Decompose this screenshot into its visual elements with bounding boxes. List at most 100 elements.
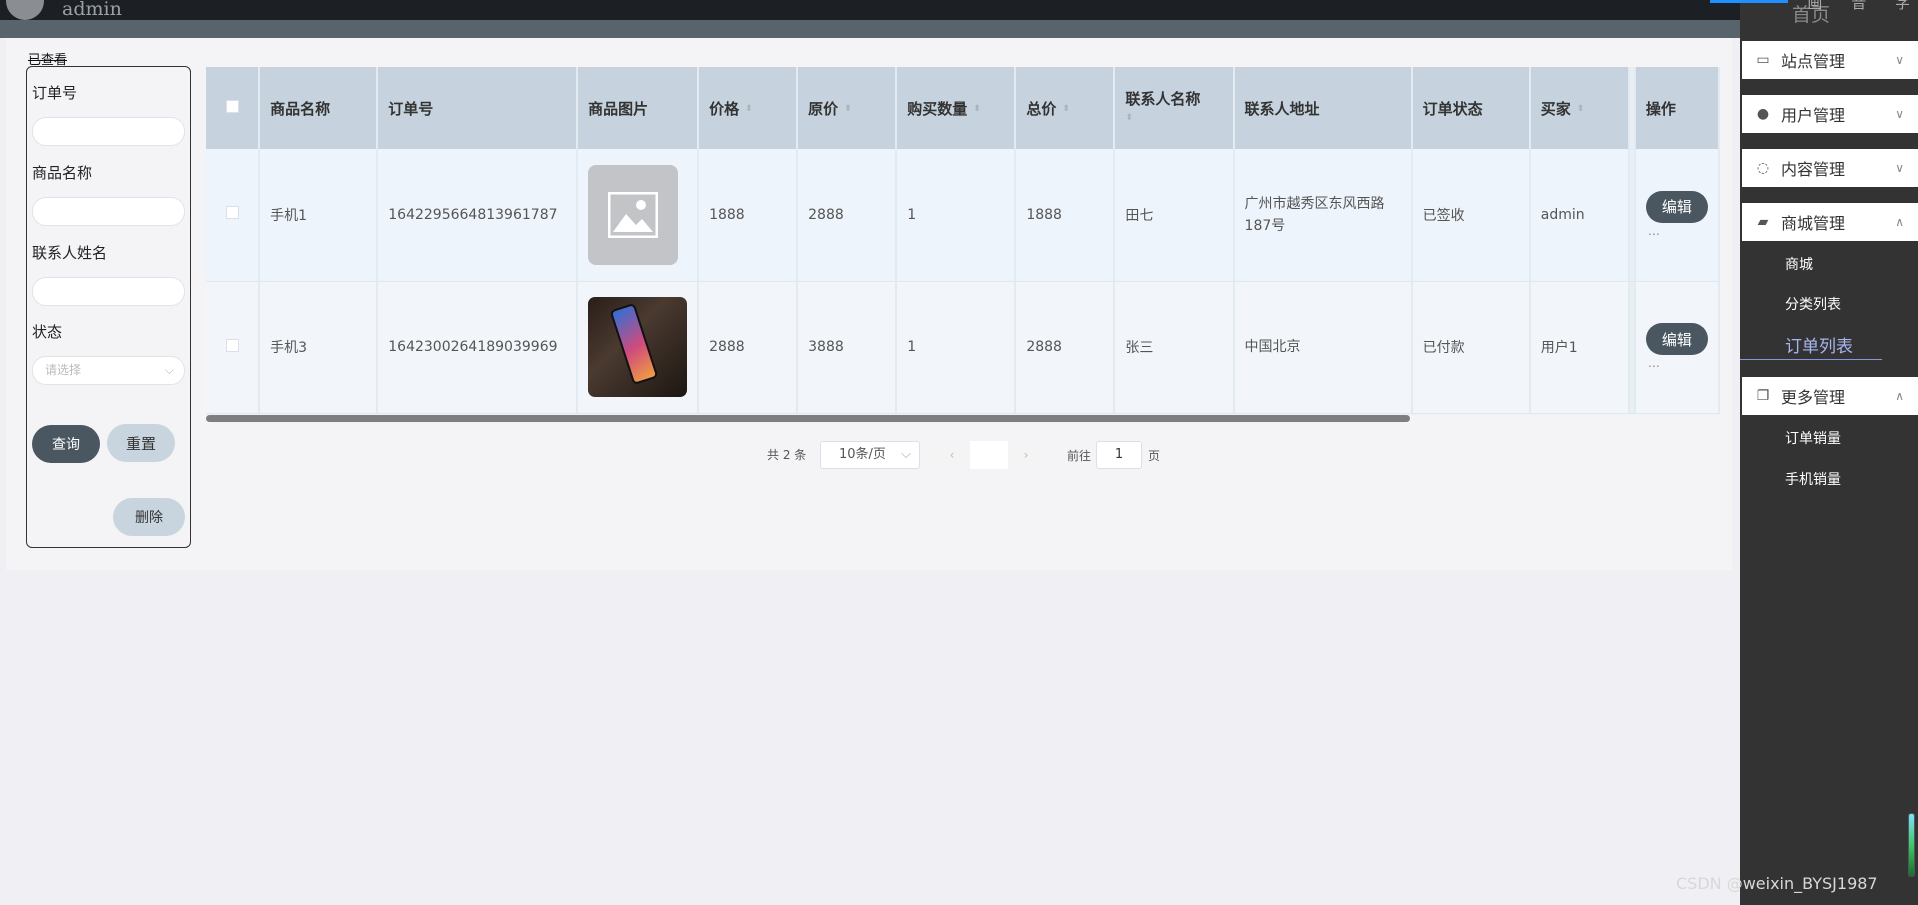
cell-original-price: 3888: [797, 281, 898, 414]
product-photo-phone[interactable]: [588, 297, 688, 397]
cell-buyer: 用户1: [1529, 281, 1631, 414]
row-checkbox[interactable]: [225, 206, 239, 220]
user-icon: ●: [1756, 106, 1770, 122]
scroll-indicator[interactable]: [1908, 813, 1915, 877]
column-header-order-no: 订单号: [377, 67, 579, 149]
more-icon: …: [1647, 356, 1660, 370]
chevron-down-icon: ⌵: [901, 447, 911, 462]
contact-name-header-label: 联系人名称: [1125, 90, 1201, 108]
avatar[interactable]: [6, 0, 44, 20]
query-button[interactable]: 查询: [32, 425, 100, 463]
next-page-button[interactable]: ›: [1008, 441, 1044, 469]
column-header-buyer[interactable]: 买家 ⬍: [1529, 67, 1631, 149]
menu-label: 站点管理: [1781, 52, 1846, 71]
cell-contact-address: 广州市越秀区东风西路187号: [1233, 149, 1413, 282]
submenu-mall[interactable]: 商城: [1785, 254, 1813, 274]
chevron-left-icon: ‹: [949, 448, 955, 462]
chevron-up-icon: ∧: [1895, 215, 1904, 229]
sort-icon[interactable]: ⬍: [1577, 104, 1585, 114]
cell-order-no: 1642295664813961787: [377, 149, 579, 282]
cell-buyer: admin: [1529, 149, 1631, 282]
cell-total: 2888: [1015, 281, 1116, 414]
monitor-icon: ▭: [1756, 52, 1770, 68]
column-header-product-image: 商品图片: [577, 67, 700, 149]
original-price-header-label: 原价: [808, 99, 839, 118]
total-header-label: 总价: [1026, 99, 1057, 118]
edit-button[interactable]: 编辑: [1645, 323, 1708, 355]
top-links: 画 音 字: [1783, 0, 1910, 13]
submenu-category-list[interactable]: 分类列表: [1785, 294, 1841, 314]
submenu-order-sales[interactable]: 订单销量: [1785, 428, 1841, 448]
image-placeholder-icon[interactable]: [588, 164, 679, 265]
sort-icon[interactable]: ⬍: [1125, 113, 1133, 123]
menu-mall-management[interactable]: ▰ 商城管理 ∧: [1742, 203, 1918, 241]
column-header-product-name: 商品名称: [259, 67, 379, 149]
cell-quantity: 1: [896, 281, 1017, 414]
top-link[interactable]: 音: [1851, 0, 1866, 12]
table-horizontal-scrollbar[interactable]: [206, 415, 1410, 422]
submenu-order-list[interactable]: 订单列表: [1785, 332, 1853, 357]
page-size-value: 10条/页: [839, 447, 886, 462]
menu-label: 用户管理: [1781, 106, 1846, 125]
order-no-input[interactable]: [32, 117, 185, 146]
phone-image: [609, 302, 659, 386]
column-header-contact-name[interactable]: 联系人名称 ⬍: [1114, 67, 1235, 149]
cell-order-status: 已签收: [1411, 149, 1531, 282]
column-header-total[interactable]: 总价 ⬍: [1015, 67, 1116, 149]
menu-site-management[interactable]: ▭ 站点管理 ∨: [1742, 41, 1918, 79]
price-header-label: 价格: [709, 99, 740, 118]
status-label: 状态: [32, 323, 63, 341]
goto-page-input[interactable]: 1: [1096, 441, 1142, 469]
sort-icon[interactable]: ⬍: [973, 104, 981, 114]
top-link[interactable]: 字: [1895, 0, 1910, 12]
cell-product-name: 手机1: [259, 149, 379, 282]
submenu-phone-sales[interactable]: 手机销量: [1785, 469, 1841, 489]
chevron-down-icon: ∨: [1895, 53, 1904, 67]
page-number[interactable]: [970, 441, 1008, 469]
cell-contact-name: 田七: [1114, 149, 1235, 282]
row-checkbox[interactable]: [225, 338, 239, 352]
column-header-price[interactable]: 价格 ⬍: [698, 67, 799, 149]
table-header-row: 商品名称 订单号 商品图片 价格 ⬍ 原价 ⬍ 购买数量 ⬍ 总价 ⬍ 联系人名称 ⬍ 联…: [206, 67, 1720, 149]
reset-button[interactable]: 重置: [107, 424, 175, 462]
cell-contact-name: 张三: [1114, 281, 1235, 414]
sort-icon[interactable]: ⬍: [1062, 104, 1070, 114]
cell-original-price: 2888: [797, 149, 898, 282]
menu-content-management[interactable]: ◌ 内容管理 ∨: [1742, 149, 1918, 187]
cell-quantity: 1: [896, 149, 1017, 282]
prev-page-button[interactable]: ‹: [934, 441, 970, 469]
cell-total: 1888: [1015, 149, 1116, 282]
cell-price: 2888: [698, 281, 799, 414]
sort-icon[interactable]: ⬍: [844, 104, 852, 114]
delete-button[interactable]: 删除: [113, 498, 185, 536]
column-header-actions: 操作: [1634, 67, 1720, 149]
contact-address-text: 广州市越秀区东风西路187号: [1244, 195, 1385, 234]
column-header-quantity[interactable]: 购买数量 ⬍: [896, 67, 1017, 149]
edit-button[interactable]: 编辑: [1645, 190, 1708, 223]
chevron-right-icon: ›: [1023, 448, 1029, 462]
sort-icon[interactable]: ⬍: [745, 104, 753, 114]
menu-more-management[interactable]: ❐ 更多管理 ∧: [1742, 377, 1918, 415]
page-size-select[interactable]: 10条/页 ⌵: [820, 441, 920, 469]
chevron-down-icon: ∨: [1895, 161, 1904, 175]
menu-user-management[interactable]: ● 用户管理 ∨: [1742, 95, 1918, 133]
contact-name-input[interactable]: [32, 277, 185, 306]
watermark: CSDN @weixin_BYSJ1987: [1676, 874, 1878, 893]
orders-table: 商品名称 订单号 商品图片 价格 ⬍ 原价 ⬍ 购买数量 ⬍ 总价 ⬍ 联系人名称 ⬍ 联…: [206, 67, 1720, 415]
status-select[interactable]: 请选择 ⌵: [32, 356, 185, 385]
select-all-checkbox[interactable]: [225, 100, 239, 113]
product-name-input[interactable]: [32, 197, 185, 226]
top-bar: admin: [0, 0, 1740, 20]
top-link[interactable]: 画: [1807, 0, 1822, 12]
cell-order-status: 已付款: [1411, 281, 1531, 414]
buyer-header-label: 买家: [1540, 99, 1571, 118]
menu-label: 内容管理: [1781, 160, 1846, 179]
cell-actions: 编辑…: [1634, 149, 1720, 282]
column-header-original-price[interactable]: 原价 ⬍: [797, 67, 898, 149]
quantity-header-label: 购买数量: [907, 99, 968, 118]
top-accent-bar: [1710, 0, 1788, 3]
sidebar: 首页 画 音 字 ▭ 站点管理 ∨ ● 用户管理 ∨ ◌ 内容管理 ∨ ▰ 商城…: [1710, 0, 1918, 905]
column-header-contact-address: 联系人地址: [1233, 67, 1413, 149]
image-icon: [608, 191, 659, 238]
select-all-cell: [206, 67, 261, 149]
